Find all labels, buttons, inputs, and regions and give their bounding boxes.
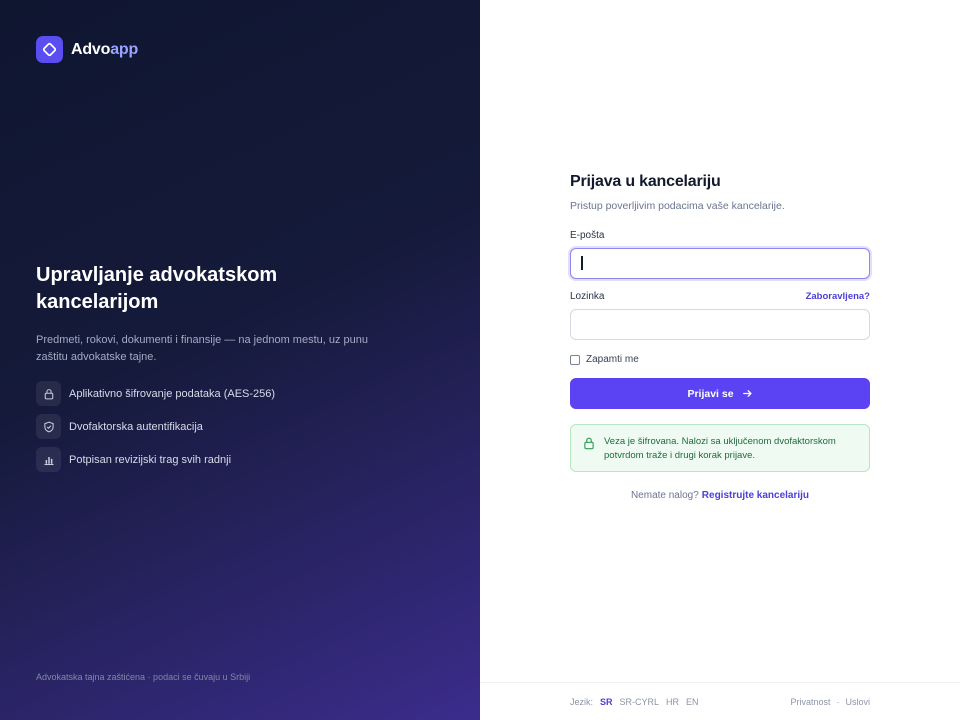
language-option-sr-cyrl[interactable]: SR-CYRL xyxy=(620,697,660,707)
security-notice-text: Veza je šifrovana. Nalozi sa uključenom … xyxy=(604,436,836,461)
email-label-row: E-pošta xyxy=(570,230,870,241)
language-label: Jezik: xyxy=(570,696,594,707)
language-option-en[interactable]: EN xyxy=(686,697,699,707)
remember-me-label[interactable]: Zapamti me xyxy=(586,354,639,365)
language-option-sr[interactable]: SR xyxy=(600,697,613,707)
register-link[interactable]: Registrujte kancelariju xyxy=(702,490,809,501)
email-field-wrapper xyxy=(570,248,870,279)
bar-chart-icon xyxy=(36,447,61,472)
language-switcher: Jezik: SR SR-CYRL HR EN xyxy=(570,697,706,707)
lock-icon xyxy=(583,436,595,450)
marketing-panel: Advoapp Upravljanje advokatskom kancelar… xyxy=(0,0,480,720)
privacy-link[interactable]: Privatnost xyxy=(790,697,830,707)
text-caret xyxy=(581,256,583,270)
feature-label: Dvofaktorska autentifikacija xyxy=(69,420,203,433)
diamond-logo-icon xyxy=(36,36,63,63)
legal-links: Privatnost · Uslovi xyxy=(790,697,870,707)
login-page: Advoapp Upravljanje advokatskom kancelar… xyxy=(0,0,960,720)
remember-me-row[interactable]: Zapamti me xyxy=(570,354,870,365)
brand-name: Advoapp xyxy=(71,41,138,59)
email-input[interactable] xyxy=(570,248,870,279)
terms-link[interactable]: Uslovi xyxy=(845,697,870,707)
separator-dot: · xyxy=(836,696,840,707)
register-prompt: Nemate nalog? xyxy=(630,490,699,501)
login-panel: Prijava u kancelariju Pristup poverljivi… xyxy=(480,0,960,720)
register-row: Nemate nalog? Registrujte kancelariju xyxy=(570,490,870,501)
form-subtitle: Pristup poverljivim podacima vaše kancel… xyxy=(570,200,785,212)
arrow-right-icon xyxy=(742,388,753,399)
brand-logo[interactable]: Advoapp xyxy=(36,36,138,63)
hero-description: Predmeti, rokovi, dokumenti i finansije … xyxy=(36,334,368,363)
feature-item-encryption: Aplikativno šifrovanje podataka (AES-256… xyxy=(36,381,275,406)
feature-item-audit: Potpisan revizijski trag svih radnji xyxy=(36,447,275,472)
shield-check-icon xyxy=(36,414,61,439)
footer-bar: Jezik: SR SR-CYRL HR EN Privatnost · Usl… xyxy=(480,682,960,720)
feature-label: Aplikativno šifrovanje podataka (AES-256… xyxy=(69,387,276,400)
feature-item-2fa: Dvofaktorska autentifikacija xyxy=(36,414,275,439)
hero-title: Upravljanje advokatskom kancelarijom xyxy=(36,264,278,313)
password-input[interactable] xyxy=(570,309,870,340)
brand-name-part2: app xyxy=(110,40,139,58)
brand-name-part1: Advo xyxy=(71,40,111,58)
login-button[interactable]: Prijavi se xyxy=(570,378,870,409)
security-notice: Veza je šifrovana. Nalozi sa uključenom … xyxy=(570,424,870,472)
password-label: Lozinka xyxy=(570,291,605,302)
login-form: Prijava u kancelariju Pristup poverljivi… xyxy=(570,173,870,501)
remember-me-checkbox[interactable] xyxy=(570,354,580,365)
forgot-password-link[interactable]: Zaboravljena? xyxy=(806,291,870,302)
feature-list: Aplikativno šifrovanje podataka (AES-256… xyxy=(36,381,275,480)
password-label-row: Lozinka Zaboravljena? xyxy=(570,291,870,302)
form-title: Prijava u kancelariju xyxy=(570,173,721,190)
language-option-hr[interactable]: HR xyxy=(666,697,679,707)
confidentiality-note: Advokatska tajna zaštićena · podaci se č… xyxy=(36,672,251,682)
hero-section: Upravljanje advokatskom kancelarijom Pre… xyxy=(36,262,396,366)
login-button-label: Prijavi se xyxy=(687,387,734,400)
lock-icon xyxy=(36,381,61,406)
email-label: E-pošta xyxy=(570,230,605,241)
feature-label: Potpisan revizijski trag svih radnji xyxy=(69,453,232,466)
